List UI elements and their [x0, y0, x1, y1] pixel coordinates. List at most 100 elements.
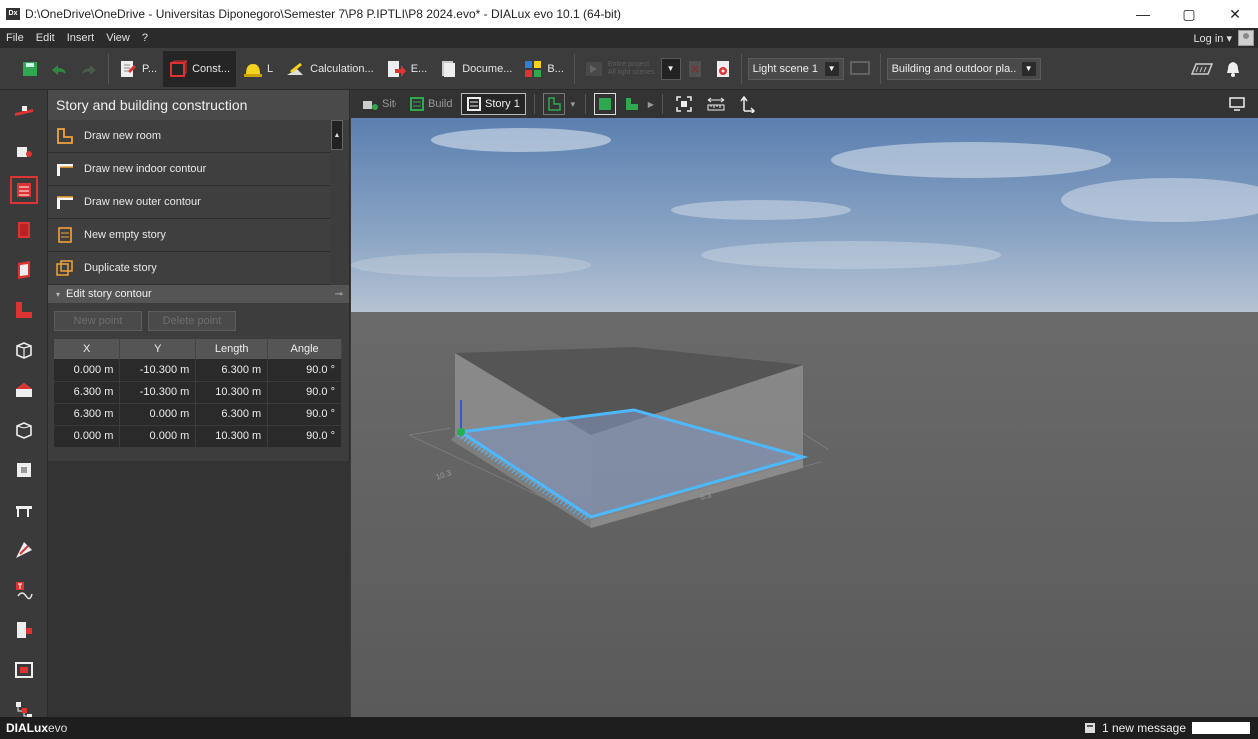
- tool-material[interactable]: [0, 530, 48, 570]
- room-select-button[interactable]: [620, 93, 644, 115]
- table-row[interactable]: 6.300 m -10.300 m 10.300 m 90.0 °: [54, 381, 342, 404]
- stop-calculation-icon: [688, 60, 701, 77]
- cell-x[interactable]: 0.000 m: [54, 359, 121, 382]
- user-avatar-icon[interactable]: [1238, 30, 1254, 46]
- light-scene-view-button: [844, 51, 876, 87]
- pin-icon[interactable]: ⊸: [335, 289, 343, 300]
- cell-x[interactable]: 6.300 m: [54, 381, 121, 404]
- menu-view[interactable]: View: [100, 32, 136, 44]
- tab-construction[interactable]: Const...: [163, 50, 236, 87]
- menu-help[interactable]: ?: [136, 32, 154, 44]
- tab-bim[interactable]: B...: [518, 51, 570, 87]
- undo-button[interactable]: [44, 51, 74, 87]
- tab-calculation[interactable]: Calculation...: [279, 51, 380, 87]
- cell-angle[interactable]: 90.0 °: [267, 381, 342, 404]
- tool-room[interactable]: [0, 210, 48, 250]
- calc-settings-button[interactable]: [709, 51, 737, 87]
- tab-export[interactable]: E...: [380, 51, 434, 87]
- cell-angle[interactable]: 90.0 °: [267, 403, 342, 426]
- building-plan-select[interactable]: Building and outdoor pla... ▼: [886, 57, 1041, 80]
- text-icon: [16, 582, 33, 600]
- cell-y[interactable]: -10.300 m: [119, 359, 197, 382]
- tab-site-view[interactable]: Site: [357, 93, 401, 115]
- zoom-fit-button[interactable]: [671, 93, 697, 115]
- redo-button[interactable]: [74, 51, 104, 87]
- monitor-icon: [849, 60, 870, 75]
- tool-site[interactable]: [0, 90, 48, 130]
- tool-furniture[interactable]: [0, 490, 48, 530]
- table-row[interactable]: 0.000 m 0.000 m 10.300 m 90.0 °: [54, 425, 342, 448]
- chevron-down-icon[interactable]: ▼: [569, 100, 577, 109]
- story-icon: [467, 97, 481, 111]
- furniture-icon: [16, 506, 32, 517]
- tool-building[interactable]: [0, 130, 48, 170]
- scene-canvas[interactable]: 10.3 6.3: [351, 90, 1258, 717]
- maximize-button[interactable]: ▢: [1166, 0, 1212, 28]
- menu-edit[interactable]: Edit: [30, 32, 61, 44]
- notification-button[interactable]: [1220, 51, 1246, 87]
- light-scene-select[interactable]: Light scene 1 ▼: [747, 57, 844, 80]
- tab-documentation-label: Docume...: [462, 62, 513, 75]
- outer-contour-icon: [57, 196, 73, 209]
- cell-length[interactable]: 6.300 m: [195, 403, 269, 426]
- edit-story-contour-header[interactable]: ▾ Edit story contour ⊸: [48, 285, 349, 303]
- story-icon: [10, 176, 38, 204]
- cell-angle[interactable]: 90.0 °: [267, 425, 342, 448]
- cell-angle[interactable]: 90.0 °: [267, 359, 342, 382]
- cell-x[interactable]: 0.000 m: [54, 425, 121, 448]
- save-button[interactable]: [0, 51, 44, 87]
- tab-story-view[interactable]: Story 1: [461, 93, 526, 115]
- cell-length[interactable]: 10.300 m: [195, 381, 269, 404]
- cell-length[interactable]: 6.300 m: [195, 359, 269, 382]
- tool-wall[interactable]: [0, 250, 48, 290]
- tool-window[interactable]: [0, 610, 48, 650]
- tool-frame[interactable]: [0, 650, 48, 690]
- height-button[interactable]: [735, 93, 761, 115]
- tool-roof[interactable]: [0, 370, 48, 410]
- tab-project[interactable]: P...: [113, 51, 163, 87]
- stop-calculation-button: [681, 51, 709, 87]
- tool-story-construction[interactable]: [0, 170, 48, 210]
- view-mode-button[interactable]: [542, 93, 565, 115]
- scroll-up-button[interactable]: ▲: [331, 120, 343, 150]
- tab-building-view[interactable]: Build: [405, 93, 457, 115]
- message-indicator[interactable]: 1 new message: [1084, 721, 1186, 735]
- tool-text[interactable]: [0, 570, 48, 610]
- display-options-button[interactable]: [1224, 93, 1250, 115]
- new-empty-story-button[interactable]: New empty story: [48, 219, 330, 252]
- close-button[interactable]: ✕: [1212, 0, 1258, 28]
- calc-scope-dropdown[interactable]: ▼: [660, 57, 681, 80]
- tool-column[interactable]: [0, 450, 48, 490]
- floor-plan-button[interactable]: [1184, 51, 1220, 87]
- window-title: D:\OneDrive\OneDrive - Universitas Dipon…: [25, 7, 622, 21]
- cell-y[interactable]: 0.000 m: [119, 425, 197, 448]
- tab-light[interactable]: L: [236, 51, 279, 87]
- menu-insert[interactable]: Insert: [61, 32, 101, 44]
- cell-y[interactable]: -10.300 m: [119, 381, 197, 404]
- status-bar: DIALuxevo 1 new message: [0, 717, 1258, 739]
- solid-view-button[interactable]: [593, 93, 616, 115]
- table-row[interactable]: 0.000 m -10.300 m 6.300 m 90.0 °: [54, 359, 342, 382]
- redo-icon: [82, 64, 96, 75]
- draw-indoor-contour-button[interactable]: Draw new indoor contour: [48, 153, 330, 186]
- cell-y[interactable]: 0.000 m: [119, 403, 197, 426]
- tool-ceiling[interactable]: [0, 410, 48, 450]
- 3d-viewport[interactable]: Site Build Story 1 ▼ ▶: [351, 90, 1258, 717]
- minimize-button[interactable]: —: [1120, 0, 1166, 28]
- tool-floor[interactable]: [0, 290, 48, 330]
- measure-button[interactable]: [701, 93, 731, 115]
- tab-light-label: L: [267, 62, 274, 75]
- draw-new-room-button[interactable]: Draw new room: [48, 120, 330, 153]
- cell-x[interactable]: 6.300 m: [54, 403, 121, 426]
- login-button[interactable]: Log in ▾: [1193, 32, 1232, 45]
- cell-length[interactable]: 10.300 m: [195, 425, 269, 448]
- duplicate-story-button[interactable]: Duplicate story: [48, 252, 330, 285]
- tool-cube[interactable]: [0, 330, 48, 370]
- menu-file[interactable]: File: [0, 32, 30, 44]
- table-row[interactable]: 6.300 m 0.000 m 6.300 m 90.0 °: [54, 403, 342, 426]
- chevron-right-icon[interactable]: ▶: [648, 100, 654, 109]
- building-icon: [17, 147, 32, 157]
- roof-icon: [16, 383, 32, 397]
- draw-outer-contour-button[interactable]: Draw new outer contour: [48, 186, 330, 219]
- tab-documentation[interactable]: Docume...: [433, 51, 518, 87]
